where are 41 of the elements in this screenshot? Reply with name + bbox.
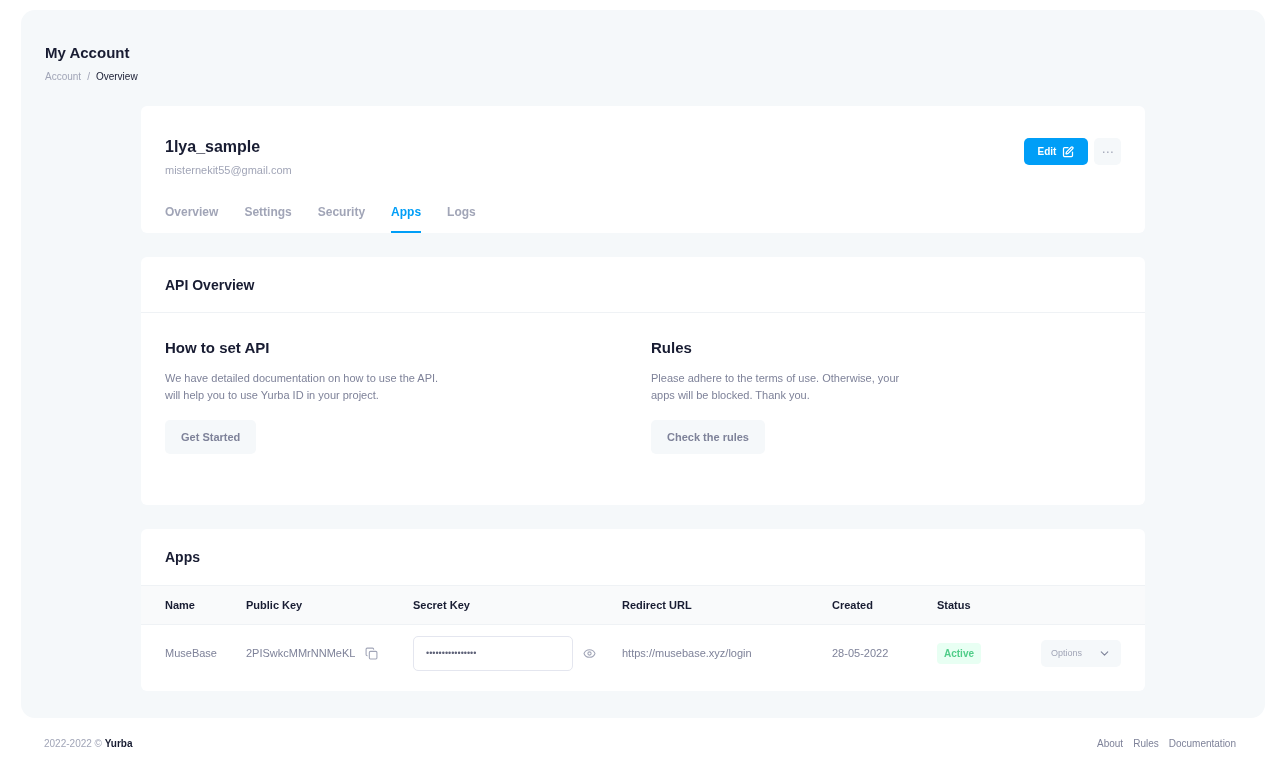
section-text: Please adhere to the terms of use. Otherwise, your apps will be blocked. Thank you.: [651, 371, 901, 403]
page-title: My Account: [45, 44, 131, 61]
username: 1lya_sample: [165, 138, 262, 156]
more-button[interactable]: ⋯: [1094, 138, 1121, 165]
breadcrumb-item[interactable]: Account: [45, 71, 82, 82]
footer-link[interactable]: About: [1097, 737, 1124, 749]
section-button[interactable]: Check the rules: [651, 420, 765, 454]
table-cell-text: MuseBase: [165, 647, 218, 659]
table-cell-text: https://musebase.xyz/login: [622, 647, 753, 659]
footer-link[interactable]: Documentation: [1168, 737, 1236, 749]
column-header: Secret Key: [413, 599, 471, 611]
tab[interactable]: Logs: [447, 200, 476, 233]
secret-key-field[interactable]: ••••••••••••••••: [413, 635, 573, 671]
column-header: Status: [937, 599, 972, 611]
table-cell-text: 28-05-2022: [832, 647, 890, 659]
options-dropdown[interactable]: Options: [1041, 639, 1121, 667]
section-button[interactable]: Get Started: [165, 420, 257, 454]
column-header: Redirect URL: [622, 599, 693, 611]
footer-link[interactable]: Rules: [1133, 737, 1159, 749]
table-cell: 2PISwkcMMrNNMeKL: [246, 647, 356, 659]
column-header: Name: [165, 599, 196, 611]
breadcrumb-separator: /: [87, 71, 90, 82]
tab[interactable]: Overview: [165, 200, 219, 233]
tab[interactable]: Settings: [244, 200, 292, 233]
card-title: Apps: [165, 548, 200, 565]
card-title: API Overview: [165, 276, 255, 293]
breadcrumb-item[interactable]: Overview: [95, 71, 138, 82]
pen-icon: [1062, 145, 1075, 158]
column-header: Public Key: [246, 599, 304, 611]
tab[interactable]: Apps: [391, 200, 422, 233]
tab[interactable]: Security: [317, 200, 366, 233]
status-badge: Active: [937, 642, 981, 664]
column-header: Created: [832, 599, 874, 611]
section-heading: Rules: [651, 339, 693, 356]
section-heading: How to set API: [165, 339, 271, 356]
email: misternekit55@gmail.com: [165, 164, 292, 176]
edit-button[interactable]: Edit: [1024, 138, 1088, 165]
copyright-text: 2022-2022 © Yurba: [44, 737, 133, 749]
copy-icon[interactable]: [365, 646, 379, 660]
eye-icon[interactable]: [583, 646, 596, 660]
section-text: We have detailed documentation on how to use the API. will help you to use Yurba ID in your project.: [165, 371, 440, 403]
